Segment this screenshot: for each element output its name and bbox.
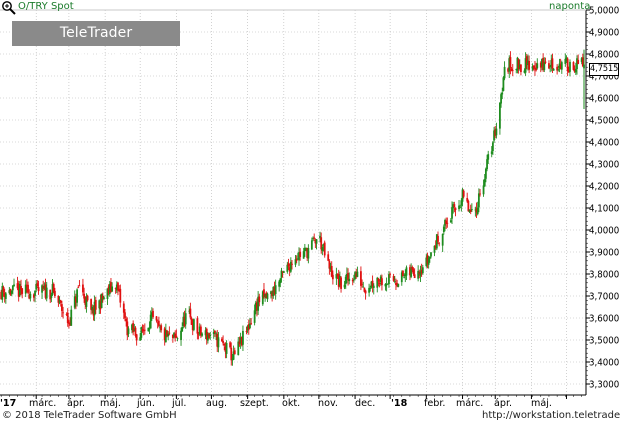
y-tick-label: 4,6000 bbox=[589, 94, 619, 105]
frequency-label[interactable]: naponta bbox=[549, 1, 590, 12]
teletrader-logo: TeleTrader WorkStation bbox=[12, 21, 180, 66]
x-tick-label: '17 bbox=[0, 398, 16, 409]
y-tick-label: 3,9000 bbox=[589, 248, 619, 259]
y-tick-label: 4,5000 bbox=[589, 116, 619, 127]
y-tick-label: 4,8000 bbox=[589, 50, 619, 61]
x-tick-label: ápr. bbox=[494, 397, 512, 409]
x-tick-label: máj. bbox=[100, 397, 121, 409]
x-tick-label: szept. bbox=[240, 398, 269, 409]
candle bbox=[402, 270, 404, 277]
y-tick-label: 4,1000 bbox=[589, 204, 619, 215]
y-tick-label: 3,3000 bbox=[589, 380, 619, 391]
copyright-text: © 2018 TeleTrader Software GmbH bbox=[2, 410, 177, 421]
x-tick-label: márc. bbox=[29, 397, 56, 409]
logo-text-bold: WorkStation bbox=[46, 50, 146, 66]
source-url[interactable]: http://workstation.teletrader.com/ bbox=[482, 410, 620, 421]
x-tick-label: júl. bbox=[171, 397, 186, 409]
y-tick-label: 4,4000 bbox=[589, 138, 619, 149]
y-tick-label: 3,7000 bbox=[589, 292, 619, 303]
y-tick-label: 3,6000 bbox=[589, 314, 619, 325]
y-tick-label: 4,3000 bbox=[589, 160, 619, 171]
candle bbox=[100, 293, 103, 309]
candle bbox=[192, 318, 195, 332]
candle bbox=[397, 283, 400, 288]
y-tick-label: 3,5000 bbox=[589, 336, 619, 347]
y-tick-label: 4,2000 bbox=[589, 182, 619, 193]
y-tick-label: 4,9000 bbox=[589, 28, 619, 39]
x-tick-label: okt. bbox=[282, 398, 300, 409]
x-tick-label: aug. bbox=[206, 398, 227, 409]
zoom-icon[interactable] bbox=[1, 0, 17, 16]
y-tick-label: 4,0000 bbox=[589, 226, 619, 237]
y-tick-label: 3,8000 bbox=[589, 270, 619, 281]
candle bbox=[502, 76, 505, 92]
x-tick-label: '18 bbox=[391, 398, 408, 409]
x-tick-label: ápr. bbox=[67, 397, 85, 409]
y-tick-label: 3,4000 bbox=[589, 358, 619, 369]
x-tick-label: máj. bbox=[531, 397, 552, 409]
x-tick-label: dec. bbox=[355, 398, 375, 409]
x-tick-label: nov. bbox=[318, 398, 338, 409]
logo-text: TeleTrader bbox=[59, 25, 133, 41]
x-tick-label: jún. bbox=[136, 397, 155, 409]
y-tick-label: 5,0000 bbox=[589, 6, 619, 17]
candle bbox=[323, 240, 326, 258]
x-tick-label: febr. bbox=[424, 398, 445, 409]
symbol-label: O/TRY Spot bbox=[18, 1, 74, 12]
last-value-label: 4,7515 bbox=[589, 63, 619, 76]
x-tick-label: márc. bbox=[456, 397, 483, 409]
